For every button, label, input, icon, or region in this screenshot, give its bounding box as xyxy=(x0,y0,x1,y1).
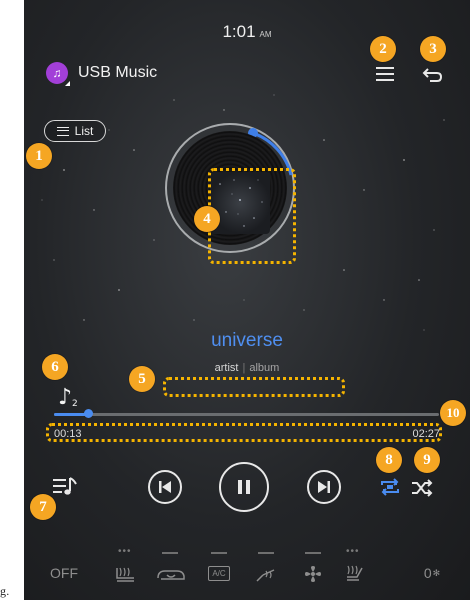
level-dash xyxy=(258,552,274,554)
annotation-badge-7: 7 xyxy=(30,494,56,520)
level-dash xyxy=(211,552,227,554)
annotation-badge-8: 8 xyxy=(376,447,402,473)
fan-level[interactable]: 0 ✻ xyxy=(412,558,452,588)
music-note-indicator: ♪2 xyxy=(58,385,78,410)
annotation-box-cover xyxy=(208,168,296,264)
skip-next-icon xyxy=(318,481,330,493)
track-title: universe xyxy=(211,330,283,351)
defrost-icon[interactable] xyxy=(254,566,278,584)
list-button[interactable]: List xyxy=(44,120,106,142)
annotation-badge-2: 2 xyxy=(370,36,396,62)
pause-icon xyxy=(238,480,250,494)
annotation-badge-3: 3 xyxy=(420,36,446,62)
skip-previous-icon xyxy=(159,481,171,493)
climate-bar: OFF ••• A/C ••• 0 ✻ xyxy=(24,538,470,600)
annotation-badge-5: 5 xyxy=(129,366,155,392)
playlist-music-icon[interactable] xyxy=(52,476,78,498)
heated-seat-icon[interactable] xyxy=(344,564,366,584)
rear-heated-seat-icon[interactable] xyxy=(114,566,138,584)
source-label: USB Music xyxy=(78,64,158,81)
caption-fragment: g. xyxy=(0,584,10,598)
level-dash xyxy=(162,552,178,554)
track-artist: artist xyxy=(214,362,239,374)
ac-button[interactable]: A/C xyxy=(206,558,232,588)
music-note-icon: ♫ xyxy=(46,62,70,86)
recirculation-icon[interactable] xyxy=(155,566,187,584)
track-album: album xyxy=(249,362,280,374)
annotation-box-meta xyxy=(163,377,345,397)
progress-knob[interactable] xyxy=(83,409,93,418)
menu-icon[interactable] xyxy=(374,64,396,84)
status-clock: 1:01 AM xyxy=(24,22,470,42)
ac-icon: A/C xyxy=(208,565,230,581)
annotation-badge-1: 1 xyxy=(26,143,52,169)
music-player-screen: 1:01 AM ♫ USB Music List universe artist… xyxy=(24,0,470,600)
next-button[interactable] xyxy=(307,470,341,504)
fan-level-value: 0 xyxy=(423,565,432,581)
list-icon xyxy=(56,126,69,136)
previous-button[interactable] xyxy=(148,470,182,504)
repeat-one-icon[interactable] xyxy=(378,476,402,498)
total-time: 02:27 xyxy=(412,428,440,440)
annotation-badge-6: 6 xyxy=(42,354,68,380)
meta-separator: | xyxy=(242,362,246,374)
climate-off-button[interactable]: OFF xyxy=(44,558,84,588)
shuffle-icon[interactable] xyxy=(410,478,434,498)
progress-fill xyxy=(54,413,88,416)
annotation-badge-10: 10 xyxy=(440,400,466,426)
fan-icon[interactable] xyxy=(303,564,323,584)
annotation-box-times xyxy=(46,423,442,442)
annotation-badge-4: 4 xyxy=(194,206,220,232)
track-meta: artist | album xyxy=(24,362,470,374)
clock-time: 1:01 xyxy=(222,22,256,41)
clock-ampm: AM xyxy=(259,30,272,39)
back-icon[interactable] xyxy=(422,64,444,84)
level-dots: ••• xyxy=(118,546,132,557)
level-dash xyxy=(305,552,321,554)
list-button-label: List xyxy=(74,124,94,138)
elapsed-time: 00:13 xyxy=(54,428,82,440)
level-dots: ••• xyxy=(346,546,360,557)
fan-small-icon: ✻ xyxy=(432,567,441,578)
progress-bar[interactable] xyxy=(54,409,439,418)
source-selector[interactable]: ♫ USB Music xyxy=(46,62,158,86)
annotation-badge-9: 9 xyxy=(414,447,440,473)
play-pause-button[interactable] xyxy=(219,462,269,512)
